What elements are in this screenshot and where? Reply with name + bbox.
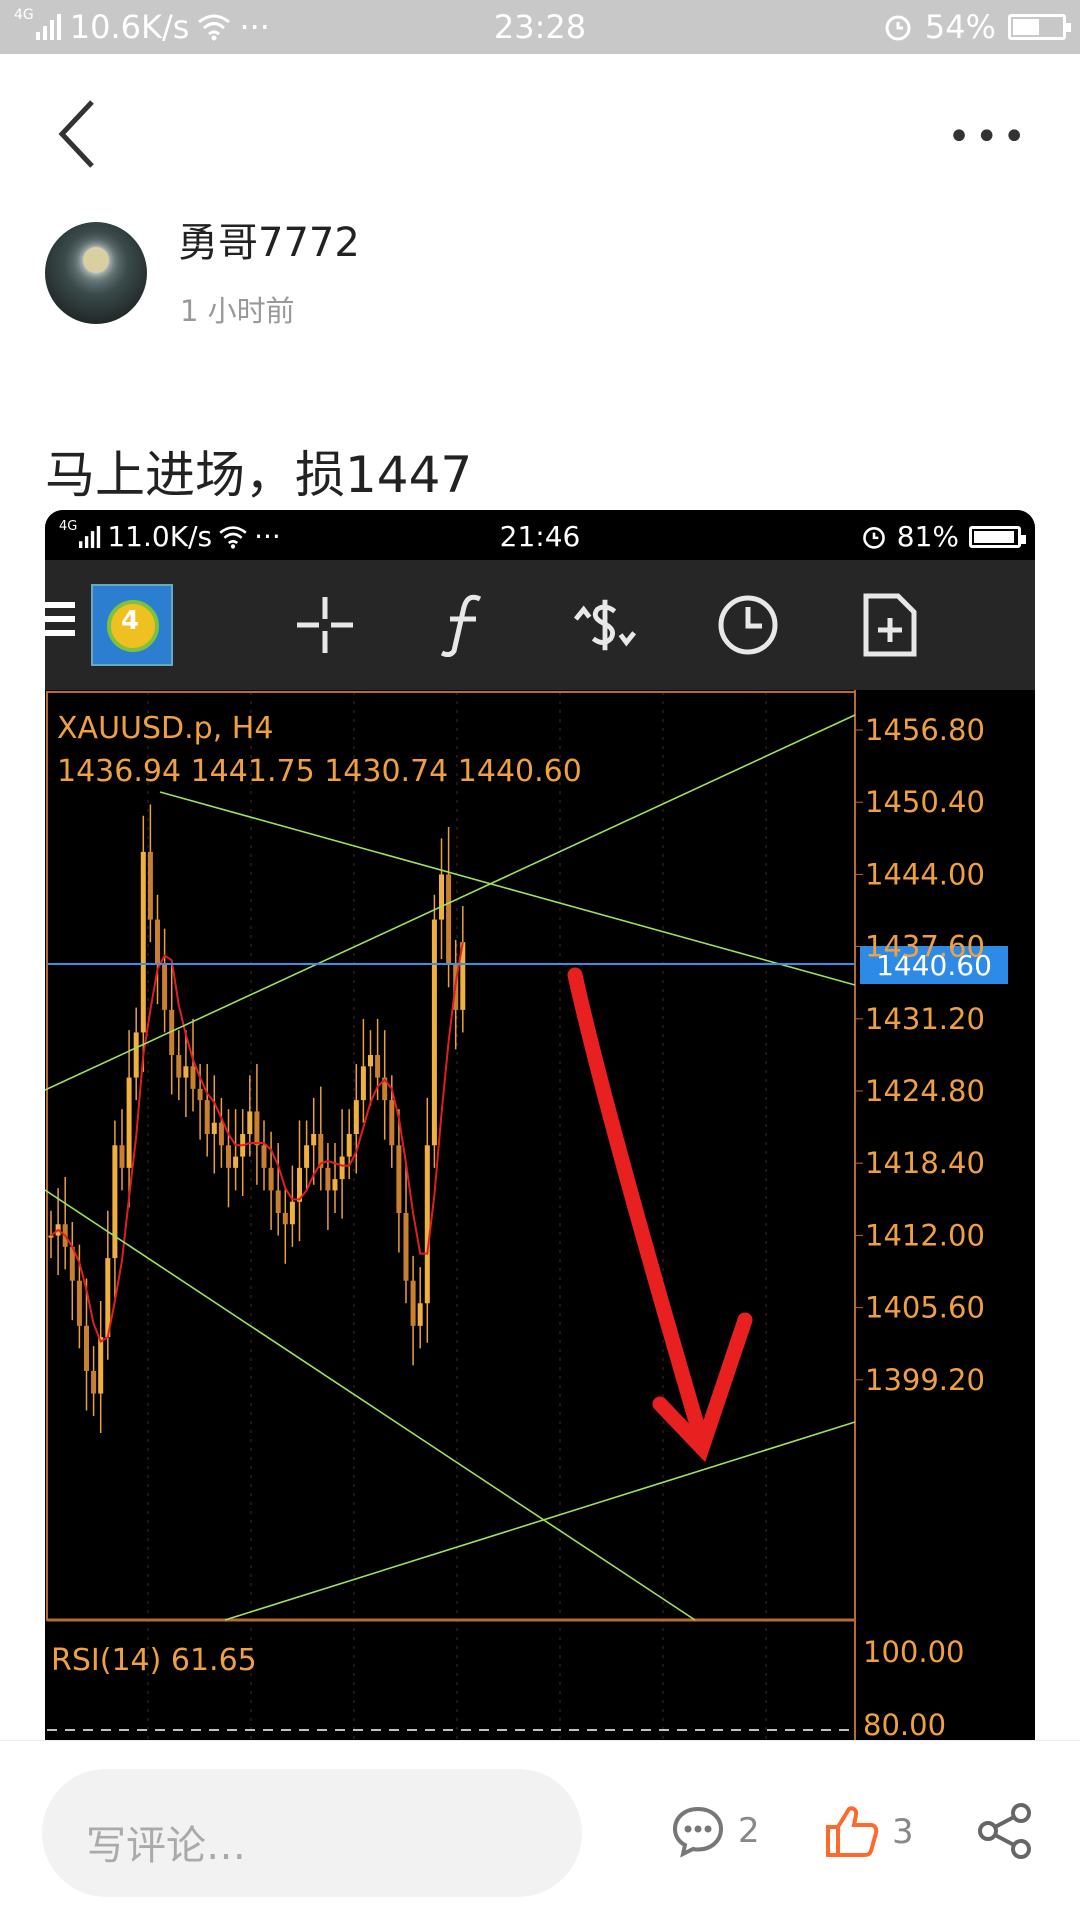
- price-axis-label: 1418.40: [865, 1146, 985, 1180]
- rsi-axis-80: 80.00: [863, 1708, 946, 1740]
- price-axis-label: 1450.40: [865, 785, 985, 819]
- rsi-label: RSI(14) 61.65: [51, 1643, 257, 1678]
- clock-icon: [713, 590, 783, 660]
- post-text: 马上进场，损1447: [45, 446, 473, 504]
- alarm-icon: [885, 15, 911, 41]
- rsi-axis-100: 100.00: [863, 1635, 964, 1669]
- price-axis-label: 1431.20: [865, 1002, 985, 1036]
- price-axis-label: 1405.60: [865, 1291, 985, 1325]
- more-icon[interactable]: •••: [947, 114, 1030, 160]
- top-nav: •••: [0, 54, 1080, 204]
- username[interactable]: 勇哥7772: [178, 210, 360, 268]
- comment-button[interactable]: 2: [670, 1803, 760, 1859]
- mt4-logo: 4: [91, 584, 173, 666]
- comment-icon: [672, 1806, 724, 1858]
- chart-symbol: XAUUSD.p, H4: [57, 711, 273, 746]
- image-battery-percent: 81%: [896, 520, 959, 553]
- logo-number: 4: [121, 606, 140, 636]
- chart-ohlc: 1436.94 1441.75 1430.74 1440.60: [57, 754, 582, 789]
- status-bar: 4G 10.6K/s ··· 23:28 54%: [0, 0, 1080, 54]
- post-image[interactable]: 4G 11.0K/s ··· 21:46 81% 4 1440.60 1456.…: [45, 510, 1035, 1740]
- price-axis-label: 1437.60: [865, 930, 985, 964]
- crosshair-icon: [290, 590, 360, 660]
- thumbs-up-icon: [826, 1806, 879, 1857]
- battery-icon: [1008, 14, 1071, 40]
- price-axis-label: 1399.20: [865, 1363, 985, 1397]
- trade-icon: [570, 590, 640, 660]
- likes-count: 3: [892, 1812, 914, 1852]
- price-axis-label: 1412.00: [865, 1218, 985, 1252]
- price-axis-label: 1444.00: [865, 857, 985, 891]
- new-document-icon: [855, 590, 925, 660]
- comments-count: 2: [738, 1811, 760, 1851]
- share-icon[interactable]: [975, 1801, 1035, 1861]
- down-arrow-annotation: [567, 967, 753, 1463]
- bottom-bar: 写评论… 2 3: [0, 1740, 1080, 1920]
- menu-icon: [45, 602, 75, 642]
- back-icon[interactable]: [50, 94, 110, 174]
- mt4-toolbar: 4: [45, 560, 1035, 690]
- like-button[interactable]: 3: [822, 1803, 914, 1861]
- price-chart: 1440.60 1456.80 1450.40 1444.00 1437.60 1431…: [45, 690, 1035, 1740]
- battery-percent: 54%: [924, 8, 996, 46]
- chart-canvas: 1440.60 1456.801450.401444.001437.601431…: [45, 690, 1008, 1740]
- image-status-bar: 4G 11.0K/s ··· 21:46 81%: [45, 510, 1035, 560]
- avatar[interactable]: [45, 222, 147, 324]
- indicator-icon: [430, 590, 500, 660]
- comment-input[interactable]: 写评论…: [42, 1769, 582, 1897]
- image-alarm-icon: [862, 526, 885, 549]
- price-axis-label: 1424.80: [865, 1074, 985, 1108]
- image-battery-icon: [969, 525, 1026, 548]
- price-axis-label: 1456.80: [865, 713, 985, 747]
- post-time: 1 小时前: [180, 294, 295, 328]
